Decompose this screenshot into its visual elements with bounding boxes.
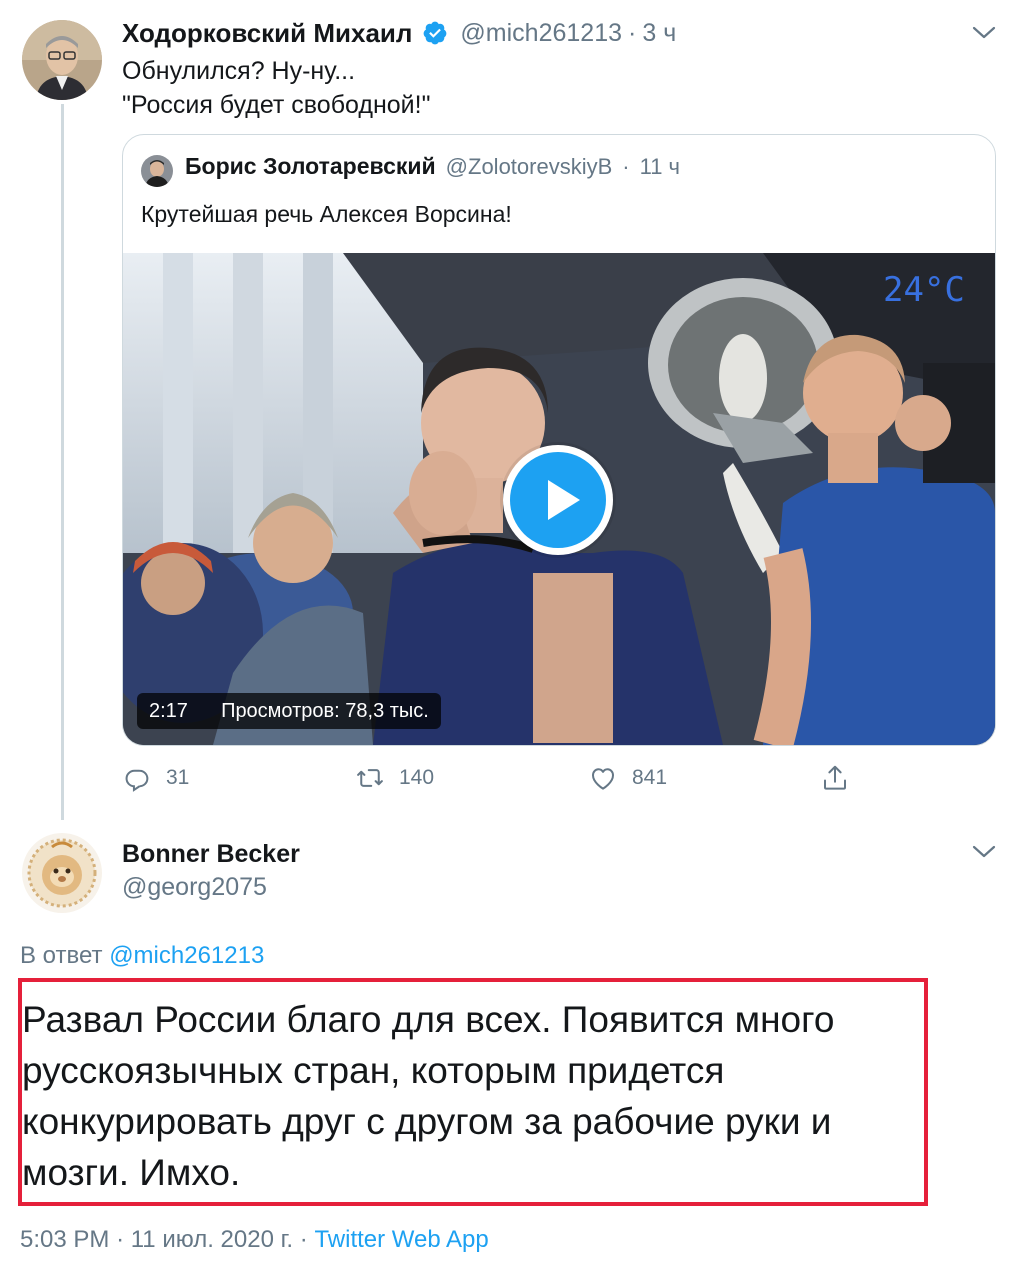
reply-tweet-line: русскоязычных стран, которым придется: [22, 1050, 725, 1091]
retweet-action[interactable]: 140: [355, 763, 434, 793]
avatar-zolotarevsky: [141, 155, 173, 187]
quoted-display-name: Борис Золотаревский: [185, 153, 436, 179]
thread-line: [61, 104, 64, 820]
retweet-icon: [357, 769, 383, 787]
separator-dot: ·: [628, 18, 637, 47]
share-icon: [824, 765, 846, 790]
separator-dot: ·: [116, 1226, 131, 1253]
separator-dot: ·: [622, 153, 630, 179]
like-icon: [592, 768, 614, 790]
share-action[interactable]: [820, 763, 850, 793]
chevron-down-icon[interactable]: [970, 843, 998, 861]
play-icon: [510, 452, 606, 548]
main-tweet-text: Обнулился? Ну-ну... "Россия будет свобод…: [122, 54, 430, 122]
reply-display-name[interactable]: Bonner Becker: [122, 840, 300, 869]
reply-time[interactable]: 5:03 PM: [20, 1226, 109, 1253]
reply-tweet-line: Развал России благо для всех. Появится м…: [22, 999, 835, 1040]
quoted-tweet-card[interactable]: Борис Золотаревский @ZolotorevskiyB · 11…: [122, 134, 996, 746]
reply-handle[interactable]: @georg2075: [122, 873, 267, 902]
main-time[interactable]: 3 ч: [642, 19, 676, 48]
quoted-handle: @ZolotorevskiyB: [445, 153, 613, 179]
video-player[interactable]: 24°C 2:17 Просмотров: 78,3 тыс.: [123, 253, 995, 745]
quoted-header: Борис Золотаревский @ZolotorevskiyB · 11…: [185, 153, 680, 180]
avatar-bonner-becker[interactable]: [22, 833, 102, 913]
verified-badge-icon: [422, 20, 448, 46]
reply-tweet-text: Развал России благо для всех. Появится м…: [22, 994, 834, 1198]
avatar-khodorkovsky[interactable]: [22, 20, 102, 100]
play-button[interactable]: [503, 445, 613, 555]
video-views: Просмотров: 78,3 тыс.: [221, 700, 429, 722]
reply-count: 31: [166, 766, 190, 789]
retweet-count: 140: [399, 766, 435, 789]
reply-date[interactable]: 11 июл. 2020 г.: [131, 1226, 293, 1253]
video-duration: 2:17: [149, 700, 188, 722]
like-count: 841: [632, 766, 668, 789]
like-action[interactable]: 841: [588, 763, 667, 793]
chevron-down-icon[interactable]: [970, 24, 998, 42]
reply-icon: [125, 769, 149, 792]
reply-context: В ответ @mich261213: [20, 942, 264, 970]
tweet-meta: 5:03 PM · 11 июл. 2020 г. · Twitter Web …: [20, 1226, 489, 1254]
reply-action[interactable]: 31: [122, 763, 189, 793]
source-link[interactable]: Twitter Web App: [314, 1226, 488, 1253]
quoted-time: 11 ч: [639, 153, 681, 179]
reply-prefix: В ответ: [20, 942, 103, 969]
reply-tweet-line: мозги. Имхо.: [22, 1152, 241, 1193]
main-display-name[interactable]: Ходорковский Михаил: [122, 18, 412, 49]
quoted-text: Крутейшая речь Алексея Ворсина!: [141, 201, 512, 227]
separator-dot: ·: [299, 1226, 315, 1253]
main-tweet-line: "Россия будет свободной!": [122, 91, 431, 119]
main-handle[interactable]: @mich261213: [460, 19, 622, 48]
video-info-badge: 2:17 Просмотров: 78,3 тыс.: [137, 693, 441, 729]
reply-tweet-line: конкурировать друг с другом за рабочие р…: [22, 1101, 832, 1142]
main-tweet-header: Ходорковский Михаил @mich261213 · 3 ч: [122, 16, 676, 50]
svg-text:24°C: 24°C: [883, 270, 965, 310]
reply-to-link[interactable]: @mich261213: [109, 942, 264, 969]
main-tweet-line: Обнулился? Ну-ну...: [122, 57, 356, 85]
